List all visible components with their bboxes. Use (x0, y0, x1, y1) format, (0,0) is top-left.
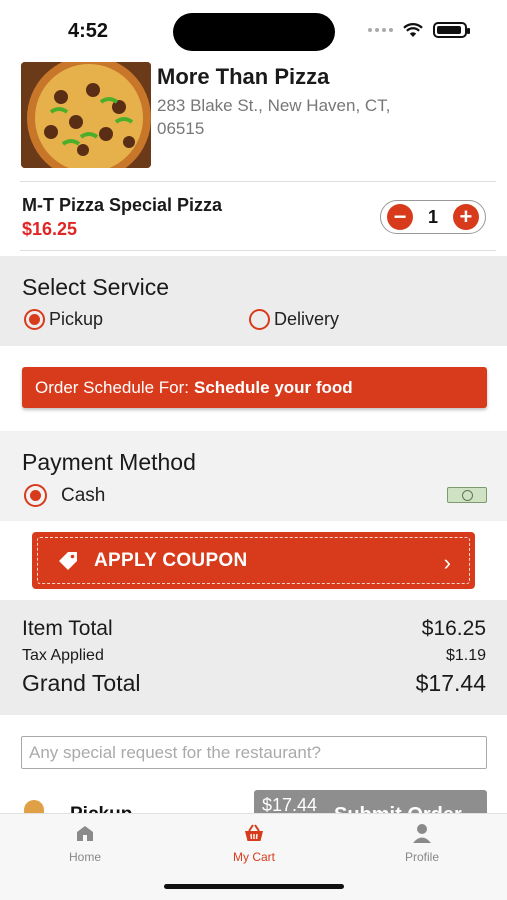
chevron-right-icon: › (443, 550, 451, 575)
item-total-row: Item Total $16.25 (22, 617, 486, 641)
cart-item-name: M-T Pizza Special Pizza (22, 195, 223, 215)
tab-home[interactable]: Home (25, 822, 145, 864)
pickup-bag-icon (24, 800, 44, 814)
service-option-label: Pickup (49, 309, 104, 329)
checkout-action-row: Pickup $17.44 Submit Order (0, 790, 507, 814)
quantity-value: 1 (427, 206, 438, 227)
home-indicator (164, 884, 344, 889)
tax-label: Tax Applied (22, 647, 104, 664)
submit-order-price: $17.44 (262, 795, 318, 814)
service-option-delivery[interactable]: Delivery (249, 309, 339, 330)
home-icon (77, 826, 93, 841)
tab-label: Home (68, 850, 101, 864)
payment-method-title: Payment Method (22, 449, 196, 475)
tab-label: My Cart (233, 850, 275, 864)
person-icon (413, 824, 431, 843)
order-schedule-button[interactable]: Order Schedule For: Schedule your food (22, 367, 487, 408)
wifi-icon (403, 22, 423, 37)
radio-unselected-icon (249, 309, 270, 330)
dynamic-island (173, 13, 335, 51)
order-totals: Item Total $16.25 Tax Applied $1.19 Gran… (0, 600, 507, 715)
coupon-tag-icon (59, 551, 77, 570)
radio-selected-icon (24, 484, 47, 507)
basket-icon (245, 824, 263, 841)
service-option-label: Delivery (274, 309, 340, 329)
quantity-stepper: − 1 + (380, 200, 486, 234)
coupon-border: APPLY COUPON › (37, 537, 470, 584)
schedule-value: Schedule your food (194, 377, 353, 397)
item-total-value: $16.25 (421, 617, 486, 640)
payment-option-label: Cash (61, 484, 106, 506)
apply-coupon-button[interactable]: APPLY COUPON › (32, 532, 475, 589)
restaurant-header: More Than Pizza 283 Blake St., New Haven… (20, 62, 490, 170)
divider (20, 250, 496, 251)
tax-value: $1.19 (445, 647, 486, 664)
status-bar: 4:52 (0, 0, 507, 62)
payment-method-section: Payment Method Cash (0, 431, 507, 521)
restaurant-name: More Than Pizza (157, 64, 330, 89)
schedule-prefix: Order Schedule For: (35, 377, 190, 397)
divider (20, 181, 496, 182)
submit-order-button[interactable]: $17.44 Submit Order (254, 790, 487, 814)
item-total-label: Item Total (22, 617, 113, 640)
grand-total-row: Grand Total $17.44 (22, 670, 486, 697)
coupon-label: APPLY COUPON (94, 549, 248, 571)
select-service-section: Select Service Pickup Delivery (0, 256, 507, 346)
tab-profile[interactable]: Profile (362, 822, 482, 864)
grand-total-value: $17.44 (415, 670, 486, 696)
cart-item-price: $16.25 (22, 219, 78, 239)
tab-my-cart[interactable]: My Cart (194, 822, 314, 864)
payment-option-cash[interactable]: Cash (24, 484, 105, 507)
service-option-pickup[interactable]: Pickup (24, 309, 103, 330)
status-icons (368, 22, 470, 38)
radio-selected-icon (24, 309, 45, 330)
grand-total-label: Grand Total (22, 670, 141, 696)
increase-quantity-button[interactable]: + (452, 204, 479, 230)
tax-row: Tax Applied $1.19 (22, 647, 486, 665)
tab-label: Profile (404, 850, 439, 864)
decrease-quantity-button[interactable]: − (387, 204, 413, 230)
select-service-title: Select Service (22, 274, 170, 300)
cellular-signal-icon (368, 28, 393, 32)
restaurant-image (21, 62, 151, 168)
special-request-input[interactable] (21, 736, 487, 769)
battery-icon (433, 22, 470, 38)
cash-icon (447, 487, 487, 503)
restaurant-address: 283 Blake St., New Haven, CT, 06515 (157, 96, 391, 138)
status-time: 4:52 (68, 20, 109, 42)
